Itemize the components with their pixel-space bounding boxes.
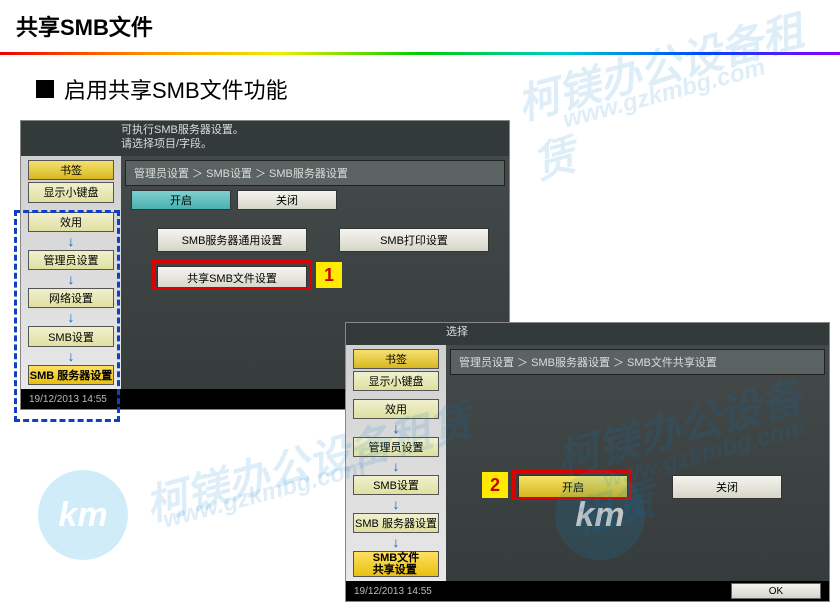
watermark-url-1: www.gzkmbg.com <box>160 453 369 534</box>
tab-off[interactable]: 关闭 <box>237 190 337 210</box>
annotation-badge-1: 1 <box>316 262 342 288</box>
panel2-sidebar: 书签 显示小键盘 效用 ↓ 管理员设置 ↓ SMB设置 ↓ SMB 服务器设置 … <box>346 345 446 581</box>
sidebar-item-utility[interactable]: 效用 <box>28 212 114 232</box>
enable-on-button[interactable]: 开启 <box>518 475 628 499</box>
arrow-down-icon: ↓ <box>393 497 400 511</box>
arrow-down-icon: ↓ <box>68 310 75 324</box>
sidebar-item-utility[interactable]: 效用 <box>353 399 439 419</box>
watermark-logo: km <box>38 470 128 560</box>
arrow-down-icon: ↓ <box>393 421 400 435</box>
sidebar-item-admin[interactable]: 管理员设置 <box>28 250 114 270</box>
panel2-content: 管理员设置 ＞ SMB服务器设置 ＞ SMB文件共享设置 开启 关闭 <box>446 345 829 581</box>
panel1-sidebar: 书签 显示小键盘 效用 ↓ 管理员设置 ↓ 网络设置 ↓ SMB设置 ↓ SMB… <box>21 156 121 389</box>
bookmark-button[interactable]: 书签 <box>353 349 439 369</box>
panel1-head-line2: 请选择项目/字段。 <box>121 137 409 151</box>
tab-on[interactable]: 开启 <box>131 190 231 210</box>
enable-off-button[interactable]: 关闭 <box>672 475 782 499</box>
panel-smb-file-share: 选择 书签 显示小键盘 效用 ↓ 管理员设置 ↓ SMB设置 ↓ SMB 服务器… <box>345 322 830 602</box>
smb-print-settings-button[interactable]: SMB打印设置 <box>339 228 489 252</box>
panel2-head-line: 选择 <box>446 325 729 339</box>
ok-button[interactable]: OK <box>731 583 821 599</box>
panel1-header: 可执行SMB服务器设置。 请选择项目/字段。 <box>21 121 509 154</box>
panel2-breadcrumb: 管理员设置 ＞ SMB服务器设置 ＞ SMB文件共享设置 <box>450 349 825 375</box>
arrow-down-icon: ↓ <box>68 234 75 248</box>
annotation-badge-2: 2 <box>482 472 508 498</box>
panel1-head-line1: 可执行SMB服务器设置。 <box>121 123 409 137</box>
bullet-square <box>36 80 54 98</box>
smb-common-settings-button[interactable]: SMB服务器通用设置 <box>157 228 307 252</box>
sidebar-item-smb-file-share[interactable]: SMB文件 共享设置 <box>353 551 439 577</box>
page-title: 共享SMB文件 <box>0 0 840 52</box>
smb-share-settings-button[interactable]: 共享SMB文件设置 <box>157 266 307 290</box>
show-keypad-button[interactable]: 显示小键盘 <box>353 371 439 391</box>
rainbow-divider <box>0 52 840 55</box>
sidebar-item-smb[interactable]: SMB设置 <box>28 326 114 346</box>
arrow-down-icon: ↓ <box>393 535 400 549</box>
sidebar-item-network[interactable]: 网络设置 <box>28 288 114 308</box>
arrow-down-icon: ↓ <box>68 349 75 363</box>
arrow-down-icon: ↓ <box>393 459 400 473</box>
sidebar-item-smb-server[interactable]: SMB 服务器设置 <box>353 513 439 533</box>
subtitle: 启用共享SMB文件功能 <box>64 73 288 105</box>
panel1-breadcrumb: 管理员设置 ＞ SMB设置 ＞ SMB服务器设置 <box>125 160 505 186</box>
panel1-tabs: 开启 关闭 <box>131 190 499 210</box>
panel2-footer: 19/12/2013 14:55 OK <box>346 581 829 601</box>
sidebar-item-smb-server[interactable]: SMB 服务器设置 <box>28 365 114 385</box>
panel2-header: 选择 <box>346 323 829 341</box>
arrow-down-icon: ↓ <box>68 272 75 286</box>
panel2-timestamp: 19/12/2013 14:55 <box>354 586 432 597</box>
show-keypad-button[interactable]: 显示小键盘 <box>28 182 114 202</box>
sidebar-item-admin[interactable]: 管理员设置 <box>353 437 439 457</box>
sidebar-item-smb[interactable]: SMB设置 <box>353 475 439 495</box>
bookmark-button[interactable]: 书签 <box>28 160 114 180</box>
subtitle-row: 启用共享SMB文件功能 <box>0 73 840 105</box>
panel1-timestamp: 19/12/2013 14:55 <box>29 394 107 405</box>
